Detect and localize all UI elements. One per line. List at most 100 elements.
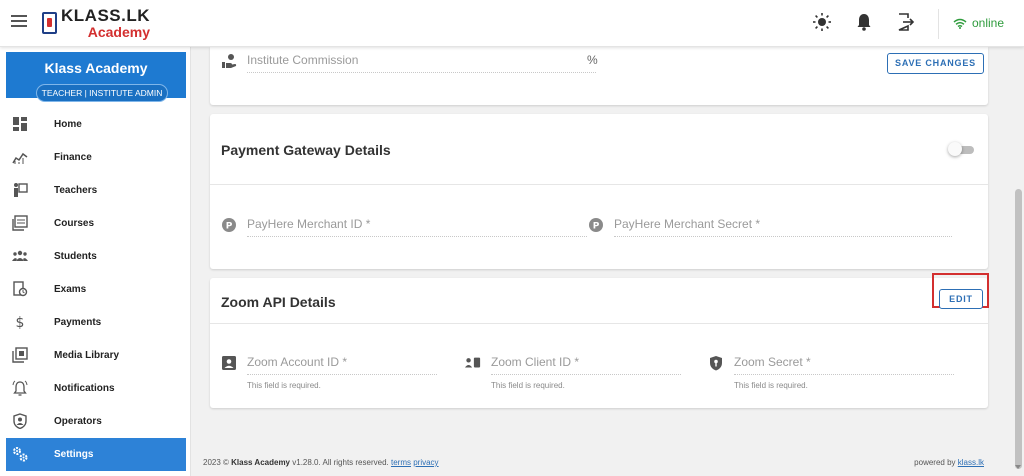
sidebar-item-operators[interactable]: Operators: [0, 405, 190, 438]
commission-card: Institute Commission % SAVE CHANGES: [210, 47, 988, 105]
shield-user-icon: [13, 413, 27, 429]
required-hint: This field is required.: [491, 381, 565, 390]
scrollbar[interactable]: [1012, 47, 1024, 476]
shield-key-icon: [710, 356, 722, 371]
sidebar-item-students[interactable]: Students: [0, 240, 190, 273]
footer-year: 2023 ©: [203, 458, 229, 467]
zoom-client-id-input[interactable]: Zoom Client ID *: [491, 355, 579, 369]
students-icon: [12, 250, 28, 261]
footer-powered-by: powered by klass.lk: [914, 458, 984, 467]
input-underline: [491, 374, 681, 375]
input-underline: [614, 236, 952, 237]
privacy-link[interactable]: privacy: [413, 458, 438, 467]
payhere-icon: P: [222, 218, 236, 232]
sidebar-item-finance[interactable]: Finance: [0, 141, 190, 174]
topbar-divider: [938, 9, 939, 39]
sidebar-item-payments[interactable]: $ Payments: [0, 306, 190, 339]
sidebar-item-label: Exams: [54, 284, 87, 295]
sidebar-item-label: Notifications: [54, 383, 115, 394]
input-underline: [734, 374, 954, 375]
logo-title: KLASS.LK: [61, 6, 150, 25]
required-hint: This field is required.: [247, 381, 321, 390]
connection-status-label: online: [972, 16, 1005, 30]
account-box-icon: [222, 356, 236, 370]
client-id-card-icon: [465, 357, 481, 368]
zoom-account-id-input[interactable]: Zoom Account ID *: [247, 355, 347, 369]
dollar-icon: $: [16, 315, 25, 330]
sidebar-item-label: Students: [54, 251, 97, 262]
dashboard-icon: [13, 117, 27, 131]
sidebar-item-home[interactable]: Home: [0, 108, 190, 141]
terms-link[interactable]: terms: [391, 458, 411, 467]
required-hint: This field is required.: [734, 381, 808, 390]
logo-subtitle: Academy: [87, 24, 150, 40]
cogs-icon: [13, 447, 28, 462]
institute-name: Klass Academy: [44, 60, 148, 76]
brightness-icon[interactable]: [812, 12, 832, 32]
sidebar-item-label: Finance: [54, 152, 92, 163]
media-library-icon: [12, 347, 28, 363]
sidebar-item-media-library[interactable]: Media Library: [0, 339, 190, 372]
svg-text:P: P: [593, 222, 600, 232]
payment-gateway-toggle[interactable]: [948, 142, 974, 156]
notification-bell-icon: [12, 380, 28, 396]
footer-version: v1.28.0. All rights reserved.: [292, 458, 389, 467]
hamburger-menu-icon[interactable]: [11, 15, 27, 29]
app-logo[interactable]: KLASS.LK Academy: [42, 7, 150, 39]
role-badge: TEACHER | INSTITUTE ADMIN: [36, 84, 168, 102]
footer: 2023 © Klass Academy v1.28.0. All rights…: [192, 449, 1012, 476]
zoom-api-title: Zoom API Details: [221, 294, 336, 310]
sidebar-item-teachers[interactable]: Teachers: [0, 174, 190, 207]
institute-profile-card: Klass Academy TEACHER | INSTITUTE ADMIN: [6, 52, 186, 102]
wifi-icon: [953, 18, 967, 29]
sidebar-item-notifications[interactable]: Notifications: [0, 372, 190, 405]
main-content: Institute Commission % SAVE CHANGES Paym…: [192, 47, 1012, 476]
scrollbar-thumb[interactable]: [1015, 189, 1022, 469]
percent-suffix: %: [587, 53, 598, 67]
payhere-icon: P: [589, 218, 603, 232]
sidebar-item-label: Settings: [54, 449, 94, 460]
card-divider: [210, 184, 988, 185]
teacher-icon: [14, 183, 28, 197]
card-divider: [210, 323, 988, 324]
powered-by-text: powered by: [914, 458, 956, 467]
input-underline: [247, 236, 587, 237]
save-changes-button[interactable]: SAVE CHANGES: [887, 53, 984, 74]
exams-icon: [13, 281, 28, 297]
logout-icon[interactable]: [896, 12, 916, 32]
zoom-api-card: Zoom API Details EDIT Zoom Account ID * …: [210, 273, 989, 408]
sidebar-item-settings[interactable]: Settings: [6, 438, 186, 471]
logo-mark-icon: [42, 12, 57, 34]
institute-commission-input[interactable]: Institute Commission: [247, 53, 358, 67]
sidebar-item-label: Teachers: [54, 185, 98, 196]
sidebar-item-courses[interactable]: Courses: [0, 207, 190, 240]
sidebar: Klass Academy TEACHER | INSTITUTE ADMIN …: [0, 47, 191, 476]
klass-lk-link[interactable]: klass.lk: [958, 458, 984, 467]
toggle-thumb: [948, 142, 962, 156]
sidebar-item-label: Operators: [54, 416, 102, 427]
courses-icon: [12, 215, 28, 231]
svg-text:P: P: [226, 222, 233, 232]
connection-status: online: [953, 16, 1004, 30]
notifications-bell-icon[interactable]: [854, 12, 874, 32]
payhere-merchant-secret-input[interactable]: PayHere Merchant Secret *: [614, 217, 760, 231]
sidebar-item-label: Home: [54, 119, 82, 130]
sidebar-item-label: Media Library: [54, 350, 120, 361]
finance-icon: [12, 152, 28, 164]
sidebar-item-exams[interactable]: Exams: [0, 273, 190, 306]
input-underline: [247, 72, 596, 73]
edit-button[interactable]: EDIT: [939, 289, 983, 309]
payment-gateway-title: Payment Gateway Details: [221, 142, 391, 158]
sidebar-item-label: Payments: [54, 317, 102, 328]
sidebar-nav: Home Finance Teachers Courses Students E…: [0, 108, 190, 471]
top-bar: KLASS.LK Academy online: [0, 0, 1024, 47]
footer-brand: Klass Academy: [231, 458, 291, 467]
input-underline: [247, 374, 437, 375]
commission-hand-icon: [222, 54, 237, 68]
payhere-merchant-id-input[interactable]: PayHere Merchant ID *: [247, 217, 370, 231]
footer-copyright: 2023 © Klass Academy v1.28.0. All rights…: [203, 458, 439, 467]
payment-gateway-card: Payment Gateway Details P PayHere Mercha…: [210, 114, 988, 269]
zoom-secret-input[interactable]: Zoom Secret *: [734, 355, 811, 369]
scroll-down-arrow-icon[interactable]: [1015, 465, 1021, 469]
sidebar-item-label: Courses: [54, 218, 95, 229]
